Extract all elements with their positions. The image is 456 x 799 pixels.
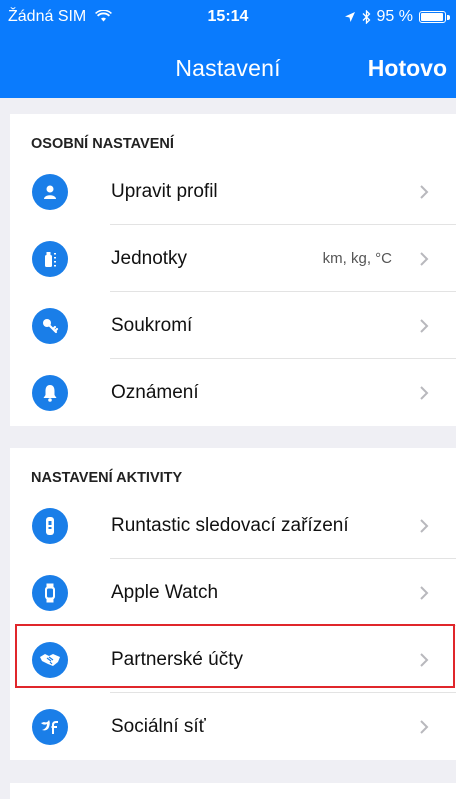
chevron-right-icon <box>420 318 429 333</box>
status-right: 95 % <box>344 8 450 26</box>
privacy-row[interactable]: Soukromí <box>10 292 456 359</box>
row-label: Soukromí <box>111 314 193 336</box>
apple-watch-row[interactable]: Apple Watch <box>10 559 456 626</box>
key-icon <box>32 308 68 344</box>
social-icon <box>32 709 68 745</box>
chevron-right-icon <box>420 518 429 533</box>
activity-settings-section: NASTAVENÍ AKTIVITY Runtastic sledovací z… <box>10 448 456 760</box>
tracker-row[interactable]: Runtastic sledovací zařízení <box>10 492 456 559</box>
social-network-row[interactable]: Sociální síť <box>10 693 456 760</box>
section-header: OSOBNÍ NASTAVENÍ <box>31 136 174 152</box>
highlight-box <box>15 624 455 688</box>
edit-profile-row[interactable]: Upravit profil <box>10 158 456 225</box>
chevron-right-icon <box>420 585 429 600</box>
person-icon <box>32 174 68 210</box>
watch-icon <box>32 575 68 611</box>
units-row[interactable]: Jednotky km, kg, °C <box>10 225 456 292</box>
battery-icon <box>419 11 450 23</box>
chevron-right-icon <box>420 385 429 400</box>
status-bar: Žádná SIM 15:14 95 % <box>0 0 456 30</box>
row-label: Sociální síť <box>111 715 206 737</box>
row-label: Jednotky <box>111 247 188 269</box>
section-header: NASTAVENÍ AKTIVITY <box>31 470 183 486</box>
personal-settings-section: OSOBNÍ NASTAVENÍ Upravit profil Jednotky… <box>10 114 456 426</box>
tracker-icon <box>32 508 68 544</box>
units-icon <box>32 241 68 277</box>
done-button[interactable]: Hotovo <box>368 55 447 82</box>
location-arrow-icon <box>344 12 355 22</box>
row-label: Runtastic sledovací zařízení <box>111 514 349 536</box>
row-label: Apple Watch <box>111 581 219 603</box>
battery-percent: 95 % <box>376 8 413 25</box>
units-value: km, kg, °C <box>322 250 392 267</box>
chevron-right-icon <box>420 719 429 734</box>
chevron-right-icon <box>420 184 429 199</box>
row-label: Upravit profil <box>111 180 218 202</box>
next-section <box>10 783 456 799</box>
chevron-right-icon <box>420 251 429 266</box>
navigation-bar: Žádná SIM 15:14 95 % Nastavení Hotovo <box>0 0 456 98</box>
notifications-row[interactable]: Oznámení <box>10 359 456 426</box>
bell-icon <box>32 375 68 411</box>
row-label: Oznámení <box>111 381 199 403</box>
bluetooth-icon <box>362 10 370 24</box>
